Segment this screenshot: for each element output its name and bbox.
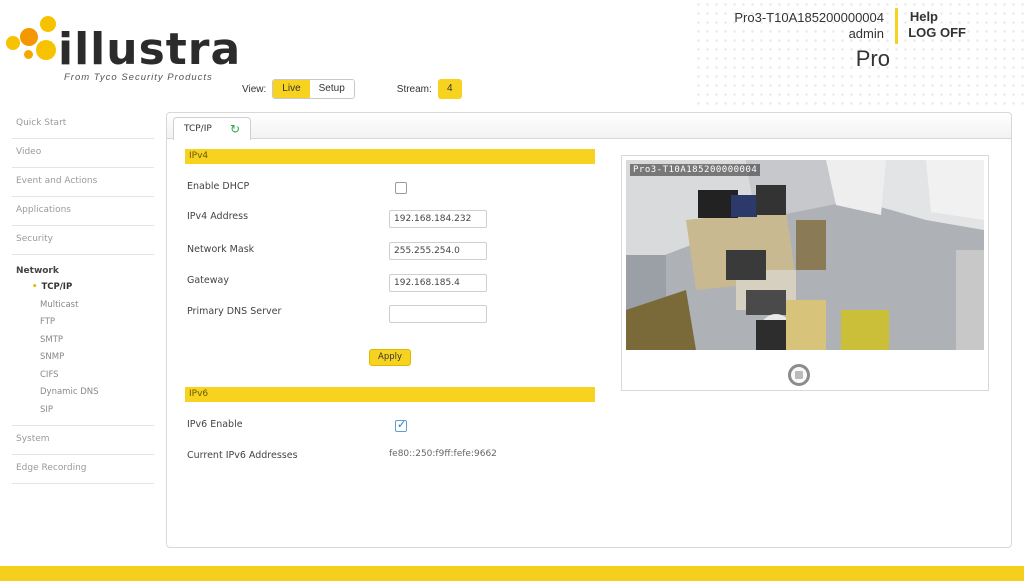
sidebar-item-video[interactable]: Video [12, 139, 154, 168]
ipv4-address-label: IPv4 Address [187, 211, 249, 222]
ipv6-enable-label: IPv6 Enable [187, 419, 243, 430]
sidebar-item-smtp[interactable]: SMTP [12, 332, 154, 350]
sidebar-group-network: Network TCP/IP Multicast FTP SMTP SNMP C… [12, 255, 154, 426]
sidebar-item-snmp[interactable]: SNMP [12, 349, 154, 367]
camera-scene-image [626, 160, 984, 350]
sidebar-item-ftp[interactable]: FTP [12, 314, 154, 332]
sidebar-item-tcpip[interactable]: TCP/IP [12, 279, 154, 297]
apply-button[interactable]: Apply [369, 349, 411, 366]
stream-selector[interactable]: 4 [437, 79, 462, 99]
sidebar-item-security[interactable]: Security [12, 226, 154, 255]
sidebar-item-cifs[interactable]: CIFS [12, 367, 154, 385]
view-label: View: [242, 83, 267, 95]
account-area: Pro3-T10A185200000004 admin Help LOG OFF… [694, 0, 1024, 105]
sidebar-item-sip[interactable]: SIP [12, 402, 154, 420]
primary-dns-input[interactable] [389, 305, 487, 323]
sidebar-item-edge-recording[interactable]: Edge Recording [12, 455, 154, 484]
gateway-input[interactable] [389, 274, 487, 292]
view-toggle: Live Setup [272, 79, 355, 99]
stream-label: Stream: [396, 83, 432, 95]
ipv6-section-header: IPv6 [185, 387, 595, 402]
live-button[interactable]: Live [273, 80, 310, 98]
device-name: Pro3-T10A185200000004 [734, 10, 884, 25]
user-name: admin [848, 26, 884, 41]
view-toolbar: View: Live Setup Stream: 4 [242, 78, 462, 100]
logo-text: illustra [58, 24, 242, 75]
network-mask-label: Network Mask [187, 244, 255, 255]
primary-dns-label: Primary DNS Server [187, 306, 282, 317]
header-divider [895, 8, 898, 44]
ipv6-addresses-value: fe80::250:f9ff:fefe:9662 [389, 449, 497, 459]
checkmark-icon: ✓ [397, 419, 407, 431]
setup-button[interactable]: Setup [309, 80, 354, 98]
video-overlay-text: Pro3-T10A185200000004 [630, 164, 761, 176]
logo-tagline: From Tyco Security Products [64, 72, 213, 83]
logo-dots-icon [6, 12, 66, 68]
dhcp-label: Enable DHCP [187, 181, 250, 192]
settings-panel: TCP/IP ↻ IPv4 Enable DHCP IPv4 Address N… [166, 112, 1012, 548]
stop-icon [795, 371, 803, 379]
network-mask-input[interactable] [389, 242, 487, 260]
live-video-feed[interactable]: Pro3-T10A185200000004 [626, 160, 984, 350]
sidebar-item-quick-start[interactable]: Quick Start [12, 110, 154, 139]
ipv4-section-header: IPv4 [185, 149, 595, 164]
help-link[interactable]: Help [910, 9, 938, 24]
sidebar-item-system[interactable]: System [12, 426, 154, 455]
ipv6-addresses-label: Current IPv6 Addresses [187, 450, 298, 461]
illustra-logo: illustra From Tyco Security Products [6, 8, 240, 83]
tab-tcpip-label: TCP/IP [184, 124, 212, 134]
footer-bar [0, 566, 1024, 581]
snapshot-button[interactable] [788, 364, 810, 386]
refresh-icon[interactable]: ↻ [230, 118, 240, 140]
dhcp-checkbox[interactable] [395, 182, 407, 194]
tab-strip: TCP/IP ↻ [167, 113, 1011, 140]
tab-tcpip[interactable]: TCP/IP ↻ [173, 117, 251, 140]
header: illustra From Tyco Security Products Vie… [0, 0, 1024, 105]
sidebar-item-dynamic-dns[interactable]: Dynamic DNS [12, 384, 154, 402]
sidebar-item-multicast[interactable]: Multicast [12, 297, 154, 315]
sidebar-item-applications[interactable]: Applications [12, 197, 154, 226]
sidebar-item-event-and-actions[interactable]: Event and Actions [12, 168, 154, 197]
sidebar-item-network[interactable]: Network [12, 263, 154, 279]
sidebar: Quick Start Video Event and Actions Appl… [12, 110, 154, 484]
video-preview-box: Pro3-T10A185200000004 [621, 155, 989, 391]
model-label: Pro [855, 46, 890, 71]
ipv6-enable-checkbox[interactable]: ✓ [395, 419, 407, 432]
logoff-link[interactable]: LOG OFF [908, 25, 966, 40]
gateway-label: Gateway [187, 275, 229, 286]
ipv4-address-input[interactable] [389, 210, 487, 228]
